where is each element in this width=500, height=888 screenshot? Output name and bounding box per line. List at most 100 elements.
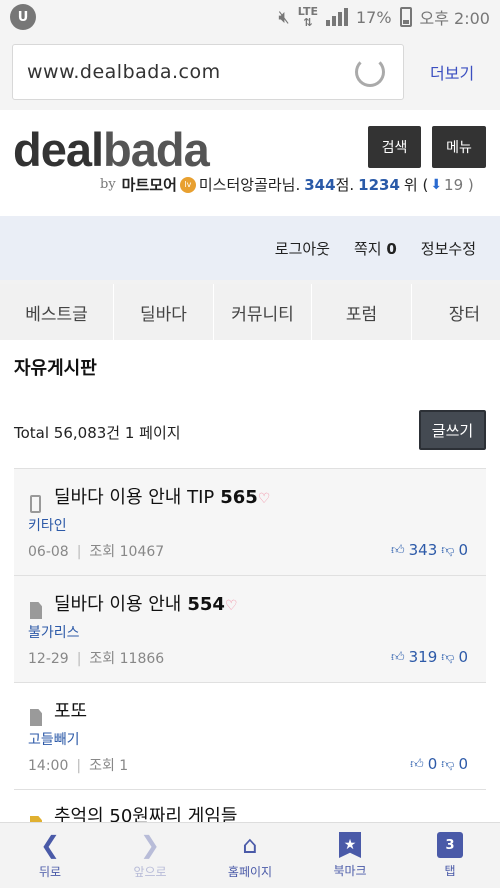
- url-field[interactable]: www.dealbada.com: [12, 44, 404, 100]
- carrier-logo-icon: U: [10, 4, 36, 30]
- post-author[interactable]: 키타인: [28, 515, 67, 535]
- status-bar: U 🔇︎ LTE ⇅ 17% 오후 2:00: [0, 0, 500, 34]
- post-title-text: 포또: [54, 701, 88, 722]
- more-button[interactable]: 더보기: [430, 60, 474, 84]
- comment-count: 565: [220, 487, 258, 508]
- thumbs-up-icon: 👍︎: [391, 649, 405, 665]
- battery-icon: [399, 7, 412, 27]
- notes-count: 0: [386, 239, 397, 258]
- post-title[interactable]: 딜바다 이용 안내 554♡: [54, 590, 238, 616]
- category-tabs: 베스트글 딜바다 커뮤니티 포럼 장터: [0, 284, 500, 340]
- post-author[interactable]: 불가리스: [28, 622, 80, 642]
- menu-button[interactable]: 메뉴: [432, 126, 486, 168]
- board-total: Total 56,083건 1 페이지: [14, 424, 181, 442]
- post-title-text: 딜바다 이용 안내: [54, 594, 182, 615]
- post-meta: 06-08 | 조회 10467: [28, 544, 165, 560]
- views-label: 조회: [89, 544, 116, 560]
- post-title[interactable]: 추억의 50원짜리 게임들: [54, 802, 237, 822]
- user-info: by 마트모어 lv 미스터앙골라님. 344 점. 1234 위 ( ⬇ 19…: [100, 174, 474, 195]
- dislike-count: 0: [458, 648, 468, 666]
- status-indicators: 🔇︎ LTE ⇅ 17% 오후 2:00: [278, 5, 490, 29]
- tab-best[interactable]: 베스트글: [0, 284, 114, 340]
- user-points: 344: [304, 175, 336, 194]
- post-title[interactable]: 딜바다 이용 안내 TIP 565♡: [54, 483, 270, 509]
- like-count: 319: [408, 648, 438, 666]
- board-title: 자유게시판: [14, 358, 97, 379]
- thumbs-down-icon: 👎︎: [441, 756, 455, 772]
- clock: 오후 2:00: [419, 9, 490, 28]
- comment-count: 554: [187, 594, 225, 615]
- browser-bottom-nav: ❮ 뒤로 ❯ 앞으로 ⌂ 홈페이지 ★ 북마크 3 탭: [0, 822, 500, 888]
- home-button[interactable]: ⌂ 홈페이지: [200, 823, 300, 888]
- dislike-count: 0: [458, 755, 468, 773]
- points-unit: 점.: [335, 176, 355, 194]
- dislike-count: 0: [458, 541, 468, 559]
- write-button[interactable]: 글쓰기: [419, 410, 486, 450]
- rank-unit: 위 (: [403, 176, 429, 194]
- tabs-button[interactable]: 3 탭: [400, 823, 500, 888]
- thumbs-up-icon: 👍︎: [391, 542, 405, 558]
- notes-link[interactable]: 쪽지 0: [354, 238, 397, 259]
- tab-community[interactable]: 커뮤니티: [214, 284, 312, 340]
- post-title-text: 딜바다 이용 안내 TIP: [54, 487, 215, 508]
- bookmark-star-icon: ★: [339, 832, 361, 858]
- heart-icon: ♡: [257, 491, 271, 507]
- board: 자유게시판 Total 56,083건 1 페이지 글쓰기 딜바다 이용 안내 …: [0, 340, 500, 822]
- username: 미스터앙골라님.: [198, 176, 301, 194]
- post-date: 14:00: [28, 758, 69, 774]
- chevron-right-icon: ❯: [139, 831, 161, 859]
- view-count: 11866: [119, 651, 165, 667]
- post-date: 06-08: [28, 544, 69, 560]
- list-item[interactable]: 딜바다 이용 안내 554♡ 불가리스 12-29 | 조회 11866 👍︎ 319 …: [14, 576, 486, 683]
- bookmark-button[interactable]: ★ 북마크: [300, 823, 400, 888]
- site-logo[interactable]: dealbada: [13, 122, 210, 177]
- back-button[interactable]: ❮ 뒤로: [0, 823, 100, 888]
- home-icon: ⌂: [242, 831, 258, 859]
- url-text: www.dealbada.com: [27, 61, 221, 83]
- document-icon: [30, 709, 42, 726]
- level-icon: lv: [179, 176, 196, 193]
- sponsor-name[interactable]: 마트모어: [122, 174, 177, 195]
- network-type: LTE ⇅: [297, 5, 318, 29]
- list-item[interactable]: 포또 고들빼기 14:00 | 조회 1 👍︎ 0 👎︎ 0: [14, 683, 486, 790]
- views-label: 조회: [89, 651, 116, 667]
- tab-forum[interactable]: 포럼: [312, 284, 412, 340]
- edit-info-link[interactable]: 정보수정: [421, 238, 476, 259]
- post-title[interactable]: 포또: [54, 697, 87, 723]
- reload-icon[interactable]: [355, 57, 385, 87]
- site-header: dealbada 검색 메뉴 by 마트모어 lv 미스터앙골라님. 344 점…: [0, 110, 500, 216]
- notes-label: 쪽지: [353, 239, 382, 258]
- post-list: 딜바다 이용 안내 TIP 565♡ 키타인 06-08 | 조회 10467 👍︎ 3…: [14, 468, 486, 822]
- bookmark-label: 북마크: [333, 864, 367, 878]
- post-votes: 👍︎ 0 👎︎ 0: [410, 755, 468, 773]
- tabs-label: 탭: [444, 864, 456, 878]
- tab-count-icon: 3: [437, 832, 463, 858]
- tab-market[interactable]: 장터: [412, 284, 500, 340]
- post-meta: 14:00 | 조회 1: [28, 758, 129, 774]
- browser-toolbar: www.dealbada.com 더보기: [0, 34, 500, 110]
- list-item[interactable]: 딜바다 이용 안내 TIP 565♡ 키타인 06-08 | 조회 10467 👍︎ 3…: [14, 469, 486, 576]
- thumbs-up-icon: 👍︎: [410, 756, 424, 772]
- view-count: 1: [119, 758, 129, 774]
- view-count: 10467: [119, 544, 165, 560]
- document-icon: [30, 602, 42, 619]
- logout-link[interactable]: 로그아웃: [275, 238, 330, 259]
- like-count: 343: [408, 541, 438, 559]
- home-label: 홈페이지: [227, 865, 273, 879]
- post-date: 12-29: [28, 651, 69, 667]
- post-title-text: 추억의 50원짜리 게임들: [54, 806, 238, 822]
- list-item[interactable]: 추억의 50원짜리 게임들: [14, 790, 486, 822]
- by-label: by: [100, 177, 116, 192]
- tab-dealbada[interactable]: 딜바다: [114, 284, 214, 340]
- post-votes: 👍︎ 343 👎︎ 0: [391, 541, 468, 559]
- logo-text-deal: deal: [13, 123, 104, 176]
- back-label: 뒤로: [38, 865, 62, 879]
- forward-button[interactable]: ❯ 앞으로: [100, 823, 200, 888]
- post-author[interactable]: 고들빼기: [28, 729, 80, 749]
- signal-icon: [325, 8, 348, 26]
- rank-change: 19 ): [444, 175, 474, 194]
- mobile-icon: [30, 495, 41, 513]
- user-rank: 1234: [358, 175, 400, 194]
- search-button[interactable]: 검색: [368, 126, 421, 168]
- thumbs-down-icon: 👎︎: [441, 649, 455, 665]
